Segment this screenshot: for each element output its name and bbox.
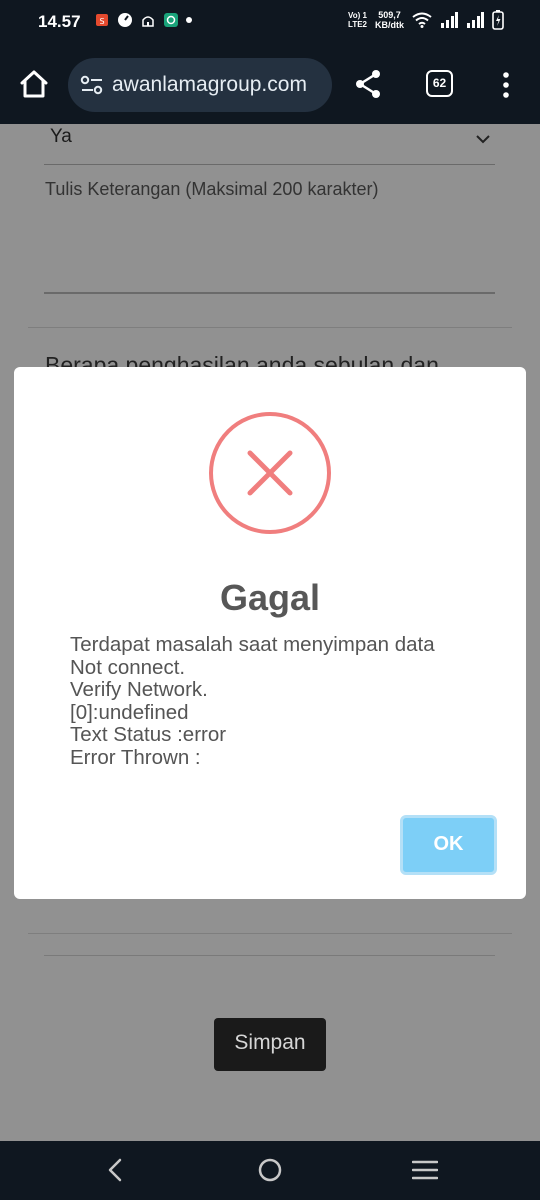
signal-2-icon xyxy=(467,12,484,28)
net-speed-unit: KB/dtk xyxy=(375,20,404,30)
back-icon[interactable] xyxy=(104,1158,126,1182)
dialog-message-line: [0]:undefined xyxy=(70,700,189,724)
system-nav-bar xyxy=(0,1141,540,1200)
section-divider xyxy=(28,933,512,934)
notification-icons: S xyxy=(94,12,192,28)
site-settings-icon[interactable] xyxy=(80,74,104,96)
save-button[interactable]: Simpan xyxy=(214,1018,326,1071)
field-underline xyxy=(44,955,495,956)
volte-bottom: LTE2 xyxy=(348,20,367,29)
dialog-message-line: Text Status :error xyxy=(70,723,227,747)
dialog-message-line: Terdapat masalah saat menyimpan data xyxy=(70,633,435,656)
signal-1-icon xyxy=(441,12,458,28)
net-speed: 509,7 KB/dtk xyxy=(375,10,404,30)
svg-text:S: S xyxy=(99,17,104,26)
tab-switcher-button[interactable]: 62 xyxy=(426,70,453,97)
notes-textarea-placeholder[interactable]: Tulis Keterangan (Maksimal 200 karakter) xyxy=(45,179,378,200)
home-circle-icon[interactable] xyxy=(258,1158,282,1182)
error-x-icon xyxy=(209,412,331,534)
dialog-message-line: Error Thrown : xyxy=(70,745,201,769)
dialog-message-line: Not connect. xyxy=(70,655,186,679)
battery-charging-icon xyxy=(492,10,504,30)
dialog-message-line: Verify Network. xyxy=(70,678,208,702)
status-bar: 14.57 S Vo) 1 LTE2 509,7 KB/dtk xyxy=(0,0,540,48)
app-notification-icon xyxy=(164,13,178,27)
browser-toolbar: awanlamagroup.com 62 xyxy=(0,48,540,124)
volte-top: Vo) 1 xyxy=(348,11,367,20)
chevron-down-icon[interactable] xyxy=(474,130,492,148)
dot-icon xyxy=(186,17,192,23)
dialog-message: Terdapat masalah saat menyimpan data Not… xyxy=(70,633,510,770)
textarea-underline xyxy=(44,292,495,294)
section-divider xyxy=(28,327,512,328)
wifi-icon xyxy=(412,12,432,28)
speed-dial-icon xyxy=(118,13,132,27)
share-icon[interactable] xyxy=(352,68,384,100)
url-text[interactable]: awanlamagroup.com xyxy=(112,73,307,97)
status-time: 14.57 xyxy=(38,12,81,31)
error-dialog: Gagal Terdapat masalah saat menyimpan da… xyxy=(14,367,526,899)
volte-indicator: Vo) 1 LTE2 xyxy=(348,11,367,29)
ok-button[interactable]: OK xyxy=(400,815,497,875)
net-speed-value: 509,7 xyxy=(378,10,401,20)
recent-apps-icon[interactable] xyxy=(412,1159,438,1181)
address-bar[interactable]: awanlamagroup.com xyxy=(68,58,332,112)
dialog-title: Gagal xyxy=(219,577,321,618)
select-underline xyxy=(44,164,495,165)
mosque-icon xyxy=(142,16,154,27)
home-icon[interactable] xyxy=(18,68,50,100)
shopee-pay-icon: S xyxy=(96,14,108,26)
status-right: Vo) 1 LTE2 509,7 KB/dtk xyxy=(348,10,504,30)
answer-select-value[interactable]: Ya xyxy=(50,126,72,148)
more-options-icon[interactable] xyxy=(498,70,514,100)
